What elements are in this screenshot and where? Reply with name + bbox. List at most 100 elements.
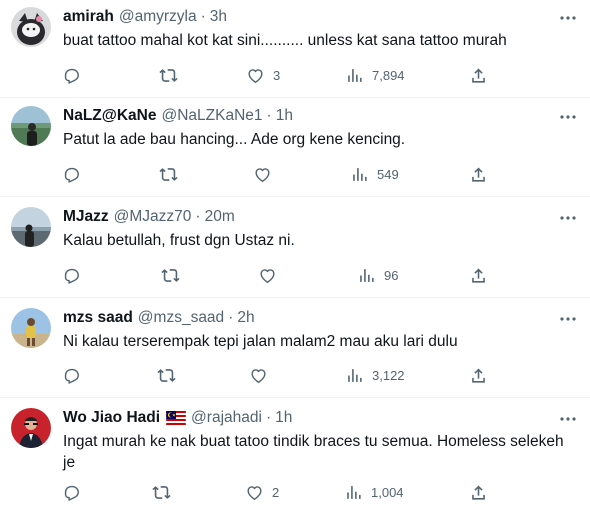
reply-button[interactable]	[62, 64, 81, 86]
retweet-button[interactable]	[159, 163, 178, 185]
display-name[interactable]: amirah	[63, 8, 114, 26]
timestamp[interactable]: 1h	[275, 409, 292, 427]
timestamp[interactable]: 2h	[237, 309, 254, 327]
retweet-button[interactable]	[157, 364, 176, 386]
avatar-image	[11, 7, 51, 47]
reply-icon	[64, 368, 79, 384]
avatar[interactable]	[11, 207, 51, 247]
avatar-image	[11, 207, 51, 247]
share-button[interactable]	[469, 264, 488, 286]
views-button[interactable]: 549	[350, 163, 399, 185]
display-name[interactable]: mzs saad	[63, 309, 133, 327]
avatar[interactable]	[11, 408, 51, 448]
like-button[interactable]: 3	[246, 64, 280, 86]
more-options-button[interactable]	[558, 107, 578, 127]
avatar[interactable]	[11, 7, 51, 47]
share-icon	[472, 268, 485, 283]
reply-icon	[64, 167, 79, 183]
like-button[interactable]	[253, 163, 280, 185]
user-handle[interactable]: @MJazz70	[114, 208, 192, 226]
more-options-button[interactable]	[558, 208, 578, 228]
tweet[interactable]: mzs saad @mzs_saad · 2h Ni kalau tersere…	[0, 301, 590, 398]
retweet-button[interactable]	[159, 64, 178, 86]
more-icon	[560, 417, 576, 421]
like-count: 3	[273, 67, 281, 83]
tweet-text: Ni kalau terserempak tepi jalan malam2 m…	[63, 333, 458, 350]
tweet-actions: 549	[0, 163, 590, 185]
retweet-icon	[157, 368, 176, 382]
avatar-image	[11, 106, 51, 146]
reply-button[interactable]	[62, 264, 81, 286]
views-button[interactable]: 96	[357, 264, 398, 286]
more-icon	[560, 216, 576, 220]
share-icon	[472, 68, 485, 83]
timestamp[interactable]: 1h	[276, 107, 293, 125]
like-button[interactable]	[249, 364, 276, 386]
tweet[interactable]: MJazz @MJazz70 · 20m Kalau betullah, fru…	[0, 200, 590, 298]
retweet-icon	[159, 68, 178, 82]
separator: ·	[200, 8, 206, 25]
share-button[interactable]	[469, 64, 488, 86]
tweet-header: amirah @amyrzyla · 3h	[63, 6, 227, 28]
like-count: 2	[272, 484, 280, 500]
retweet-button[interactable]	[161, 264, 180, 286]
display-name[interactable]: Wo Jiao Hadi	[63, 409, 160, 427]
share-icon	[472, 167, 485, 182]
views-button[interactable]: 7,894	[345, 64, 405, 86]
more-icon	[560, 16, 576, 20]
view-count: 96	[384, 267, 399, 283]
more-options-button[interactable]	[558, 309, 578, 329]
more-options-button[interactable]	[558, 8, 578, 28]
more-icon	[560, 115, 576, 119]
malaysia-flag-icon	[166, 411, 186, 425]
tweet-actions: 3 7,894	[0, 64, 590, 86]
more-options-button[interactable]	[558, 409, 578, 429]
views-icon	[348, 68, 362, 82]
tweet-header: Wo Jiao Hadi @rajahadi · 1h	[63, 407, 292, 429]
like-icon	[260, 268, 275, 283]
views-button[interactable]: 1,004	[344, 481, 404, 503]
separator: ·	[265, 409, 272, 426]
user-handle[interactable]: @NaLZKaNe1	[162, 107, 263, 125]
tweet-text: Ingat murah ke nak buat tatoo tindik bra…	[63, 433, 564, 471]
avatar-image	[11, 408, 51, 448]
user-handle[interactable]: @rajahadi	[191, 409, 262, 427]
retweet-button[interactable]	[152, 481, 171, 503]
reply-button[interactable]	[62, 163, 81, 185]
separator: ·	[195, 208, 201, 225]
timestamp[interactable]: 20m	[205, 208, 235, 226]
tweet-text: buat tattoo mahal kot kat sini..........…	[63, 32, 507, 49]
tweet[interactable]: amirah @amyrzyla · 3h buat tattoo mahal …	[0, 0, 590, 98]
like-icon	[251, 368, 266, 383]
display-name[interactable]: NaLZ@KaNe	[63, 107, 157, 125]
share-icon	[472, 485, 485, 500]
like-button[interactable]	[258, 264, 285, 286]
reply-button[interactable]	[62, 481, 81, 503]
tweet[interactable]: Wo Jiao Hadi @rajahadi · 1h Ingat murah …	[0, 401, 590, 510]
tweet[interactable]: NaLZ@KaNe @NaLZKaNe1 · 1h Patut la ade b…	[0, 99, 590, 197]
display-name[interactable]: MJazz	[63, 208, 109, 226]
separator: ·	[266, 107, 272, 124]
tweet-actions: 3,122	[0, 364, 590, 386]
timestamp[interactable]: 3h	[210, 8, 227, 26]
avatar[interactable]	[11, 106, 51, 146]
view-count: 1,004	[371, 484, 404, 500]
view-count: 3,122	[372, 367, 405, 383]
views-icon	[353, 167, 367, 181]
share-button[interactable]	[469, 481, 488, 503]
views-button[interactable]: 3,122	[345, 364, 405, 386]
user-handle[interactable]: @amyrzyla	[119, 8, 197, 26]
view-count: 7,894	[372, 67, 405, 83]
share-icon	[472, 368, 485, 383]
view-count: 549	[377, 166, 399, 182]
share-button[interactable]	[469, 163, 488, 185]
like-button[interactable]: 2	[245, 481, 279, 503]
reply-button[interactable]	[62, 364, 81, 386]
retweet-icon	[152, 485, 171, 499]
user-handle[interactable]: @mzs_saad	[138, 309, 224, 327]
avatar[interactable]	[11, 308, 51, 348]
tweet-text: Patut la ade bau hancing... Ade org kene…	[63, 131, 406, 148]
share-button[interactable]	[469, 364, 488, 386]
views-icon	[347, 485, 361, 499]
like-icon	[248, 68, 263, 83]
